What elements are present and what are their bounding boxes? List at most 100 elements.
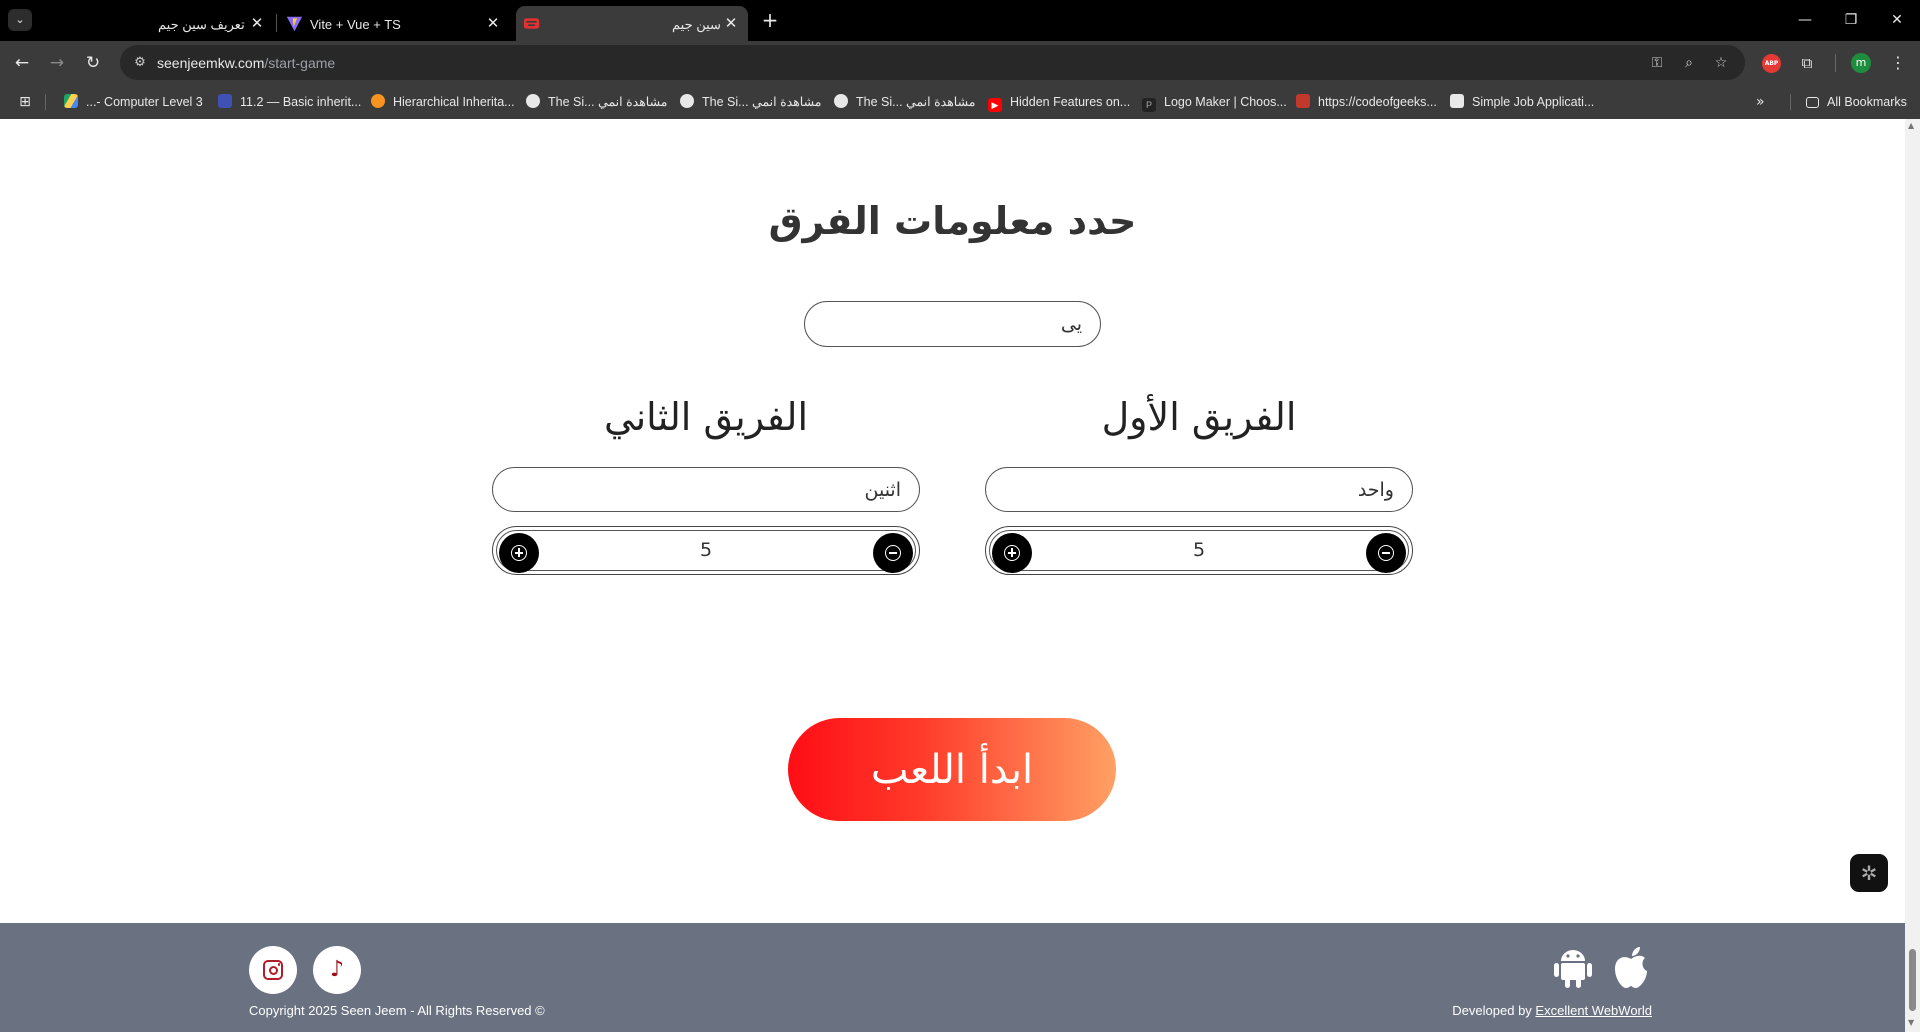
team1-name-input[interactable]: [985, 467, 1413, 512]
team2-title: الفريق الثاني: [603, 395, 809, 439]
vite-logo-icon: [286, 16, 303, 32]
bookmark-anime-3[interactable]: The Si... مشاهدة انمي: [834, 92, 975, 112]
team2-name-input[interactable]: [492, 467, 920, 512]
all-bookmarks-label: All Bookmarks: [1827, 95, 1907, 109]
page-content: حدد معلومات الفرق الفريق الأول الفريق ال…: [0, 119, 1905, 1032]
bookmark-label: ...- Computer Level 3: [86, 95, 203, 109]
bookmark-label: Hidden Features on...: [1010, 95, 1131, 109]
scroll-down-arrow-icon[interactable]: ▼: [1908, 1018, 1914, 1027]
forward-icon[interactable]: →: [44, 50, 70, 76]
android-app-icon[interactable]: [1553, 945, 1593, 989]
browser-menu-icon[interactable]: ⋮: [1886, 51, 1910, 75]
all-bookmarks-button[interactable]: All Bookmarks: [1806, 92, 1907, 112]
team2-decrement-button[interactable]: [873, 533, 913, 573]
more-bookmarks-icon[interactable]: »: [1756, 92, 1765, 112]
minus-bar: [1382, 552, 1390, 554]
team2-player-stepper: 5: [492, 526, 920, 575]
cpp-site-icon: [218, 94, 232, 108]
apple-app-icon[interactable]: [1611, 945, 1651, 989]
profile-initial: m: [1855, 56, 1867, 69]
google-drive-icon: [64, 94, 78, 108]
bookmark-anime-1[interactable]: The Si... مشاهدة انمي: [526, 92, 667, 112]
toolbar-separator: [1835, 54, 1836, 72]
tab-title: سين جيم: [672, 17, 721, 32]
tab-seen-jeem-intro[interactable]: تعريف سين جيم ✕: [150, 6, 270, 41]
bookmark-basic-inheritance[interactable]: 11.2 — Basic inherit...: [218, 92, 361, 112]
bookmark-label: Hierarchical Inherita...: [393, 95, 515, 109]
youtube-icon: ▶: [988, 98, 1002, 112]
tab-separator: [276, 14, 277, 32]
url-path: /start-game: [264, 55, 336, 71]
bookmark-logo-maker[interactable]: P Logo Maker | Choos...: [1142, 92, 1287, 112]
tab-title: تعريف سين جيم: [158, 17, 245, 32]
tab-vite-vue[interactable]: Vite + Vue + TS ✕: [284, 6, 504, 41]
bookmark-computer-level[interactable]: ...- Computer Level 3: [64, 92, 203, 112]
bookmark-star-icon[interactable]: ☆: [1710, 52, 1732, 74]
start-game-button[interactable]: ابدأ اللعب: [788, 718, 1116, 821]
job-app-icon: [1450, 94, 1464, 108]
instagram-icon: [263, 960, 283, 980]
team1-player-count: 5: [1192, 539, 1206, 561]
bookmark-label: The Si... مشاهدة انمي: [856, 95, 976, 109]
site-info-icon[interactable]: ⚙: [130, 53, 150, 73]
close-window-icon[interactable]: ✕: [1882, 8, 1912, 32]
bookmarks-separator: [1790, 94, 1791, 110]
bookmark-label: 11.2 — Basic inherit...: [240, 95, 362, 109]
profile-avatar[interactable]: m: [1851, 53, 1871, 73]
developer-link[interactable]: Excellent WebWorld: [1535, 1003, 1652, 1018]
password-key-icon[interactable]: ⚿: [1646, 52, 1668, 74]
folder-icon: [1806, 97, 1819, 108]
floating-widget-icon[interactable]: ✲: [1850, 854, 1888, 892]
tab-close-icon[interactable]: ✕: [247, 13, 267, 33]
bookmark-simple-job[interactable]: Simple Job Applicati...: [1450, 92, 1594, 112]
adblock-extension-icon[interactable]: ABP: [1762, 54, 1781, 73]
apps-grid-icon[interactable]: ⊞: [17, 94, 33, 110]
browser-toolbar: ← → ↻ ⚙ seenjeemkw.com/start-game ⚿ ⌕ ☆ …: [0, 41, 1920, 85]
site-footer: ♪ Copyright 2025 Seen Jeem - All Rights …: [0, 923, 1905, 1032]
bookmark-label: The Si... مشاهدة انمي: [702, 95, 822, 109]
team1-player-stepper: 5: [985, 526, 1413, 575]
tab-search-button[interactable]: ⌄: [8, 9, 32, 31]
copyright-text: Copyright 2025 Seen Jeem - All Rights Re…: [249, 1003, 545, 1018]
seen-jeem-logo-icon: [523, 18, 540, 29]
reload-icon[interactable]: ↻: [80, 50, 106, 76]
tab-close-icon[interactable]: ✕: [483, 13, 503, 33]
scrollbar-thumb[interactable]: [1909, 949, 1916, 1011]
bookmark-hierarchical-inheritance[interactable]: Hierarchical Inherita...: [371, 92, 515, 112]
new-tab-icon[interactable]: +: [758, 8, 782, 32]
bookmark-label: https://codeofgeeks...: [1318, 95, 1437, 109]
tiktok-link[interactable]: ♪: [313, 946, 361, 994]
tiktok-icon: ♪: [329, 957, 345, 982]
bookmark-label: Logo Maker | Choos...: [1164, 95, 1287, 109]
back-icon[interactable]: ←: [9, 50, 35, 76]
team1-decrement-button[interactable]: [1366, 533, 1406, 573]
bookmark-hidden-features[interactable]: ▶ Hidden Features on...: [988, 92, 1130, 112]
team2-increment-button[interactable]: [499, 533, 539, 573]
scroll-up-arrow-icon[interactable]: ▲: [1908, 121, 1914, 130]
minimize-icon[interactable]: —: [1790, 8, 1820, 32]
developed-by-label: Developed by: [1452, 1003, 1532, 1018]
bookmark-codeofgeeks[interactable]: https://codeofgeeks...: [1296, 92, 1437, 112]
page-scrollbar[interactable]: ▲ ▼: [1905, 119, 1920, 1032]
tab-close-icon[interactable]: ✕: [721, 13, 741, 33]
bookmark-label: Simple Job Applicati...: [1472, 95, 1595, 109]
instagram-link[interactable]: [249, 946, 297, 994]
url-text: seenjeemkw.com/start-game: [157, 55, 335, 71]
address-bar[interactable]: ⚙ seenjeemkw.com/start-game ⚿ ⌕ ☆: [120, 45, 1745, 80]
game-name-input[interactable]: [804, 301, 1101, 347]
extensions-icon[interactable]: ⧉: [1795, 51, 1819, 75]
codeofgeeks-icon: [1296, 94, 1310, 108]
bookmarks-separator: [45, 94, 46, 110]
tab-seen-jeem-active[interactable]: سين جيم ✕: [516, 6, 748, 41]
team1-title: الفريق الأول: [1101, 395, 1297, 439]
zoom-icon[interactable]: ⌕: [1678, 52, 1700, 74]
logo-maker-icon: P: [1142, 98, 1156, 112]
bookmark-anime-2[interactable]: The Si... مشاهدة انمي: [680, 92, 821, 112]
team1-increment-button[interactable]: [992, 533, 1032, 573]
globe-icon: [834, 94, 848, 108]
abp-label: ABP: [1764, 60, 1779, 67]
restore-icon[interactable]: ❐: [1836, 8, 1866, 32]
globe-icon: [680, 94, 694, 108]
tab-title: Vite + Vue + TS: [310, 17, 401, 32]
bookmarks-bar: ⊞ ...- Computer Level 3 11.2 — Basic inh…: [0, 85, 1920, 119]
